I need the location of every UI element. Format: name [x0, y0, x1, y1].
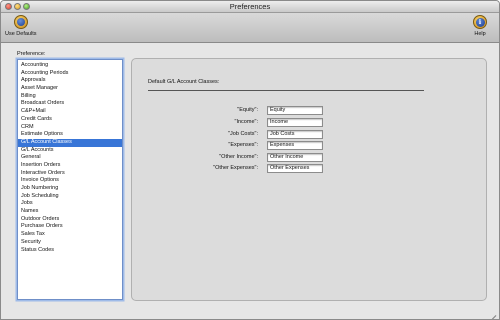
list-item[interactable]: Jobs — [18, 200, 122, 208]
title-bar[interactable]: Preferences — [1, 1, 499, 13]
use-defaults-label: Use Defaults — [5, 31, 37, 37]
list-item[interactable]: General — [18, 154, 122, 162]
settings-panel: Default G/L Account Classes: "Equity": Eq… — [131, 58, 487, 301]
field-label: "Job Costs": — [228, 131, 258, 137]
info-glyph: i — [475, 17, 485, 27]
field-label: "Other Expenses": — [213, 165, 258, 171]
account-class-field[interactable]: Equity — [267, 106, 323, 115]
help-button[interactable]: i Help — [473, 15, 487, 37]
list-item[interactable]: Estimate Options — [18, 131, 122, 139]
list-item[interactable]: Insertion Orders — [18, 162, 122, 170]
account-class-field[interactable]: Job Costs — [267, 130, 323, 139]
list-item[interactable]: Purchase Orders — [18, 223, 122, 231]
info-icon: i — [473, 15, 487, 29]
list-item[interactable]: G/L Accounts — [18, 147, 122, 155]
field-label: "Equity": — [237, 107, 258, 113]
field-label: "Income": — [234, 119, 258, 125]
list-item[interactable]: Job Scheduling — [18, 193, 122, 201]
list-item[interactable]: Asset Manager — [18, 85, 122, 93]
list-item[interactable]: Outdoor Orders — [18, 216, 122, 224]
gold-globe-icon — [13, 15, 28, 29]
preference-list-label: Preference: — [17, 51, 46, 57]
list-item[interactable]: Interactive Orders — [18, 170, 122, 178]
list-item[interactable]: Approvals — [18, 77, 122, 85]
section-divider — [148, 90, 424, 91]
window-title: Preferences — [229, 2, 271, 11]
list-item[interactable]: Status Codes — [18, 247, 122, 255]
account-class-field[interactable]: Other Income — [267, 153, 323, 162]
section-title: Default G/L Account Classes: — [148, 79, 220, 85]
account-class-field[interactable]: Income — [267, 118, 323, 127]
account-class-field[interactable]: Expenses — [267, 141, 323, 150]
list-item[interactable]: G/L Account Classes — [18, 138, 122, 147]
list-item[interactable]: Accounting Periods — [18, 70, 122, 78]
list-item[interactable]: Security — [18, 239, 122, 247]
preference-list[interactable]: Accounting Accounting Periods Approvals Ass… — [17, 59, 123, 300]
help-label: Help — [474, 31, 486, 37]
use-defaults-button[interactable]: Use Defaults — [5, 15, 37, 37]
toolbar: Use Defaults i Help — [1, 13, 499, 43]
field-label: "Other Income": — [219, 154, 258, 160]
resize-grip[interactable] — [488, 308, 497, 319]
list-item[interactable]: Sales Tax — [18, 231, 122, 239]
list-item[interactable]: Job Numbering — [18, 185, 122, 193]
list-item[interactable]: CRM — [18, 124, 122, 132]
preferences-window: Preferences Use Defaults i Help Preferen… — [0, 0, 500, 320]
list-item[interactable]: C&P+Mail — [18, 108, 122, 116]
list-item[interactable]: Broadcast Orders — [18, 100, 122, 108]
list-item[interactable]: Credit Cards — [18, 116, 122, 124]
list-item[interactable]: Invoice Options — [18, 177, 122, 185]
list-item[interactable]: Accounting — [18, 62, 122, 70]
field-label: "Expenses": — [228, 142, 258, 148]
account-class-field[interactable]: Other Expenses — [267, 164, 323, 173]
list-item[interactable]: Names — [18, 208, 122, 216]
list-item[interactable]: Billing — [18, 93, 122, 101]
